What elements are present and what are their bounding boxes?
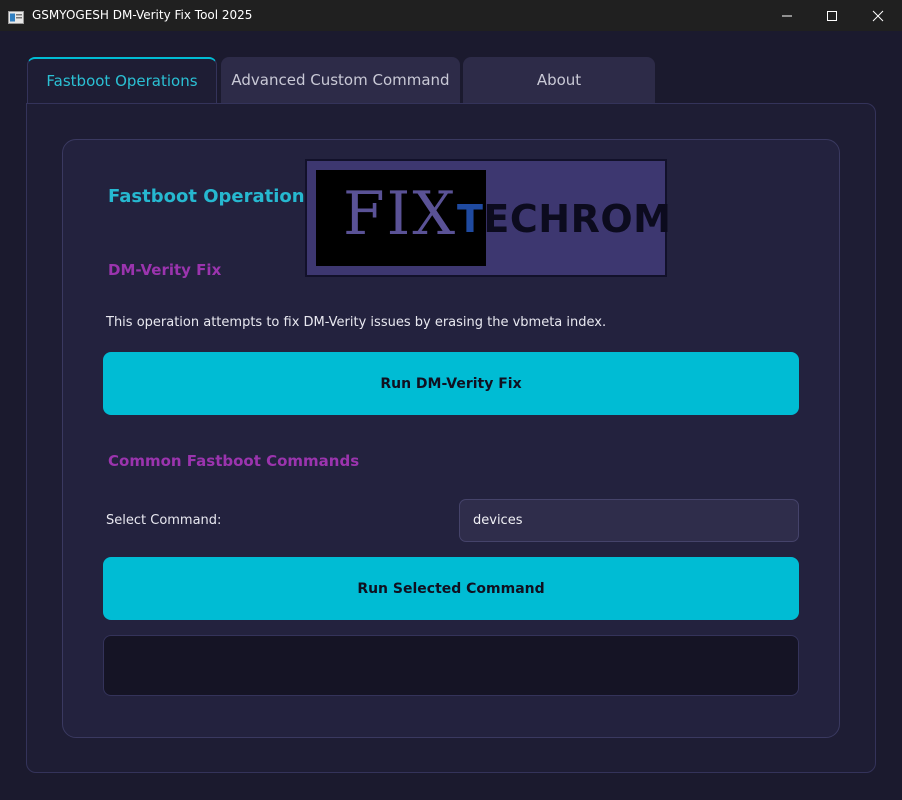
run-selected-command-button[interactable]: Run Selected Command <box>103 557 799 620</box>
window-title: GSMYOGESH DM-Verity Fix Tool 2025 <box>32 8 253 22</box>
logo-techrom-initial: T <box>457 197 484 241</box>
app-icon <box>8 9 24 24</box>
command-output[interactable] <box>103 635 799 696</box>
logo-techrom-text: TECHROM <box>457 197 671 241</box>
minimize-icon <box>782 15 792 16</box>
maximize-icon <box>827 10 837 21</box>
logo-techrom-rest: ECHROM <box>483 197 672 241</box>
common-commands-heading: Common Fastboot Commands <box>108 452 360 470</box>
logo-fix-text: FIX <box>343 179 458 249</box>
tab-fastboot-operations[interactable]: Fastboot Operations <box>27 57 217 103</box>
fixtechrom-logo: FIX TECHROM <box>305 159 671 277</box>
close-button[interactable] <box>855 0 901 31</box>
title-bar: GSMYOGESH DM-Verity Fix Tool 2025 <box>0 0 902 31</box>
select-command-label: Select Command: <box>106 513 222 528</box>
tab-advanced-custom-command[interactable]: Advanced Custom Command <box>221 57 460 103</box>
command-select[interactable]: devices <box>459 499 799 542</box>
close-icon <box>872 10 884 21</box>
dm-verity-heading: DM-Verity Fix <box>108 261 222 279</box>
minimize-button[interactable] <box>764 0 810 31</box>
run-dm-verity-fix-button[interactable]: Run DM-Verity Fix <box>103 352 799 415</box>
tab-about[interactable]: About <box>463 57 655 103</box>
dm-verity-description: This operation attempts to fix DM-Verity… <box>106 315 607 330</box>
section-title: Fastboot Operations <box>108 186 316 207</box>
maximize-button[interactable] <box>809 0 855 31</box>
